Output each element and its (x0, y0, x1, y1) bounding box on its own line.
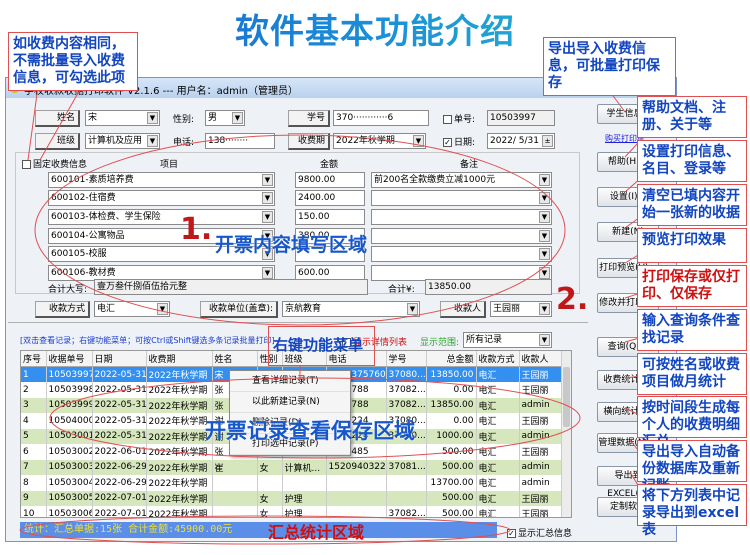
annotation-stats: 可按姓名或收费项目做月统计 (637, 353, 747, 395)
annotation-cross-stats: 按时间段生成每个人的收费明细汇总 (637, 396, 747, 450)
area1-number: 1. (180, 212, 213, 247)
annotation-help: 帮助文档、注册、关于等 (637, 96, 747, 138)
records-area-label: 开票记录查看保存区域 (205, 419, 415, 443)
annotation-student-info: 导出导入收费信息，可批量打印保存 (543, 37, 676, 96)
annotation-export: 将下方列表中记录导出到excel表 (637, 484, 747, 538)
annotation-manage: 导出导入自动备份数据库及重新记账 (637, 440, 747, 494)
area1-label: 开票内容填写区域 (215, 234, 368, 256)
area2-number: 2. (556, 282, 589, 317)
annotation-preview: 预览打印效果 (637, 228, 747, 263)
annotation-new: 清空已填内容开始一张新的收据 (637, 184, 747, 226)
summary-area-label: 汇总统计区域 (268, 523, 365, 542)
annotation-context-menu: 右键功能菜单 (268, 326, 375, 366)
annotation-settings: 设置打印信息、名目、登录等 (637, 140, 747, 182)
summary-ellipse (19, 515, 511, 545)
annotation-fixed-fee: 如收费内容相同，不需批量导入收费信息，可勾选此项 (8, 32, 138, 91)
annotation-query: 输入查询条件查找记录 (637, 309, 747, 351)
annotation-print: 打印保存或仅打印、仅保存 (637, 265, 747, 307)
